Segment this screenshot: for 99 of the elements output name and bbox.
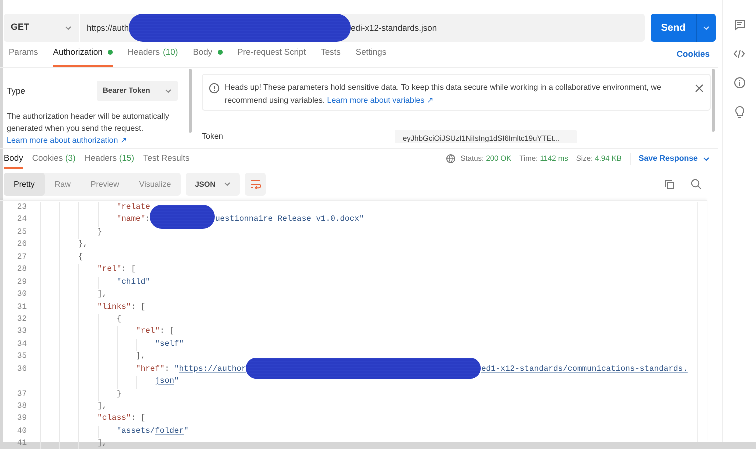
line-number: 24 bbox=[17, 215, 27, 224]
search-icon[interactable] bbox=[691, 179, 702, 190]
caret-icon[interactable] bbox=[703, 26, 710, 30]
code-text: "rel" bbox=[136, 327, 160, 336]
request-tab[interactable]: Tests bbox=[321, 46, 341, 67]
code-text: "rel" bbox=[98, 265, 122, 274]
code-text: ], bbox=[136, 352, 146, 362]
line-number: 29 bbox=[17, 278, 27, 287]
wrap-lines-button[interactable] bbox=[244, 173, 266, 196]
line-number: 25 bbox=[17, 228, 27, 237]
line-number: 32 bbox=[17, 314, 27, 324]
code-text: ], bbox=[98, 290, 108, 300]
code-text: { bbox=[116, 314, 122, 324]
response-tab[interactable]: Test Results bbox=[144, 149, 190, 169]
line-number: 33 bbox=[17, 327, 27, 336]
code-text: " bbox=[184, 426, 189, 436]
scrollbar-thumb[interactable] bbox=[189, 69, 192, 133]
line-number: 30 bbox=[17, 290, 27, 300]
line-number: 37 bbox=[17, 390, 27, 399]
code-text: "relate bbox=[116, 203, 150, 212]
request-tab[interactable]: Body bbox=[193, 46, 223, 67]
code-text: "self" bbox=[155, 340, 184, 349]
code-text: : [ bbox=[122, 265, 136, 274]
view-mode-tab[interactable]: Preview bbox=[80, 173, 130, 196]
learn-more-link[interactable]: Learn more about authorization ↗ bbox=[7, 135, 193, 146]
view-mode-tab[interactable]: Visualize bbox=[129, 173, 182, 196]
code-text: : [ bbox=[160, 327, 174, 336]
line-number: 31 bbox=[17, 302, 27, 312]
caret-icon bbox=[65, 26, 72, 30]
view-mode-tab[interactable]: Pretty bbox=[4, 173, 45, 196]
code-text: : bbox=[164, 364, 171, 374]
request-tab[interactable]: Headers (10) bbox=[128, 46, 178, 67]
request-tab[interactable]: Pre-request Script bbox=[238, 46, 306, 67]
lightbulb-icon[interactable] bbox=[734, 106, 746, 119]
line-number: 34 bbox=[17, 340, 27, 349]
code-text: " bbox=[174, 364, 180, 374]
code-text: : [ bbox=[131, 302, 146, 312]
info-icon[interactable] bbox=[734, 77, 746, 89]
code-text: "name" bbox=[116, 215, 146, 224]
scrollbar-thumb[interactable] bbox=[712, 69, 715, 132]
info-icon bbox=[209, 83, 220, 94]
request-tab[interactable]: Params bbox=[9, 46, 38, 67]
copy-icon[interactable] bbox=[665, 180, 675, 190]
save-response-button[interactable]: Save Response bbox=[630, 153, 710, 165]
request-tab[interactable]: Authorization bbox=[53, 46, 113, 67]
auth-description: The authorization header will be automatically generated when you send the request. bbox=[7, 111, 170, 135]
code-text: "assets/ bbox=[116, 426, 156, 436]
url-text: edi-x12-standards.json bbox=[351, 22, 438, 34]
code-text: "child" bbox=[116, 278, 150, 287]
code-text: : [ bbox=[131, 414, 146, 424]
line-number: 36 bbox=[17, 364, 27, 374]
line-number: 39 bbox=[17, 414, 27, 424]
caret-icon bbox=[703, 156, 710, 162]
code-text: "links" bbox=[98, 302, 132, 312]
caret-icon bbox=[224, 182, 231, 187]
close-icon[interactable] bbox=[695, 84, 704, 93]
url-text: https://auth bbox=[87, 22, 130, 34]
line-number: 41 bbox=[17, 439, 27, 448]
url-field[interactable]: https://auth edi-x12-standards.json bbox=[80, 14, 438, 42]
response-tab[interactable]: Headers (15) bbox=[84, 149, 134, 169]
notice-text: Heads up! These parameters hold sensitive data. To keep this data secure while working in a collaborative environment, we recommend using variables. Learn more about variables ↗ bbox=[225, 82, 662, 107]
line-number: 27 bbox=[17, 252, 27, 262]
wrap-lines-icon bbox=[250, 180, 261, 189]
code-text: }, bbox=[78, 240, 88, 250]
comment-icon[interactable] bbox=[734, 19, 746, 31]
caret-icon bbox=[165, 88, 172, 94]
code-text: : bbox=[146, 215, 150, 224]
token-label: Token bbox=[202, 131, 224, 143]
code-text: } bbox=[98, 228, 102, 237]
line-number: 38 bbox=[17, 402, 27, 411]
method-dropdown[interactable]: GET bbox=[4, 14, 80, 42]
view-mode-tab[interactable]: Raw bbox=[44, 173, 81, 196]
code-icon[interactable] bbox=[733, 48, 746, 60]
code-text: "class" bbox=[98, 414, 132, 424]
learn-more-link[interactable]: Learn more about variables ↗ bbox=[327, 96, 434, 104]
code-text: "href" bbox=[136, 364, 165, 374]
line-number: 26 bbox=[17, 240, 27, 250]
code-link[interactable]: https://author bbox=[179, 364, 246, 374]
code-link[interactable]: json bbox=[155, 377, 174, 386]
code-text: } bbox=[116, 390, 122, 399]
cookies-link[interactable]: Cookies bbox=[676, 48, 710, 67]
code-text: ], bbox=[98, 439, 108, 448]
line-number: 40 bbox=[17, 426, 27, 436]
type-label: Type bbox=[7, 84, 26, 98]
response-tab[interactable]: Body bbox=[4, 149, 24, 169]
send-button[interactable]: Send bbox=[651, 14, 716, 42]
code-link[interactable]: ed1-x12-standards/communications-standards. bbox=[481, 364, 688, 374]
redaction-scribble bbox=[150, 205, 216, 230]
code-link[interactable]: folder bbox=[155, 426, 184, 436]
globe-icon[interactable] bbox=[446, 154, 456, 164]
request-tab[interactable]: Settings bbox=[356, 46, 387, 67]
code-text: " bbox=[174, 377, 180, 386]
code-text: ], bbox=[98, 402, 108, 411]
response-tab[interactable]: Cookies (3) bbox=[32, 149, 76, 169]
code-text: uestionnaire Release v1.0.docx" bbox=[215, 215, 364, 224]
line-number: 23 bbox=[17, 203, 27, 212]
line-number: 28 bbox=[17, 265, 27, 274]
code-text: { bbox=[78, 252, 84, 262]
line-number: 35 bbox=[17, 352, 27, 362]
